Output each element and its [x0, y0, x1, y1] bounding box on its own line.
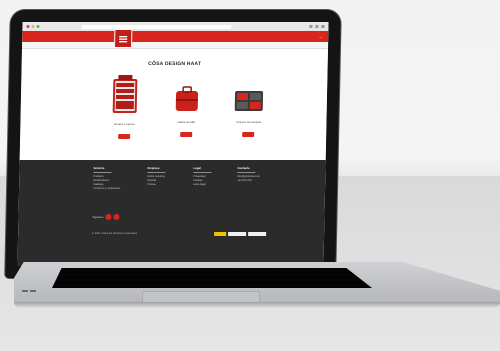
footer-column: Legal Privacidad Cookies Aviso legal [193, 166, 212, 187]
page-title: CÔSA DESIGN HAAT [148, 61, 202, 67]
usb-port [22, 290, 28, 292]
brand-logo[interactable] [114, 29, 133, 48]
product-caption: Conjunto de bandejas [235, 121, 262, 124]
footer-column: Contacto info@empresa.com +34 000 000 [237, 166, 260, 183]
tool-trays-icon [234, 91, 264, 111]
footer-link[interactable]: Aviso legal [193, 183, 211, 187]
laptop-base [14, 262, 500, 342]
site-header: — [22, 29, 329, 48]
browser-toolbar [22, 22, 329, 31]
follow-label: Síguenos [92, 215, 104, 219]
laptop-base-edge [14, 302, 500, 308]
main-content: CÔSA DESIGN HAAT Armario 6 cajones Malet… [19, 49, 328, 161]
usb-port [30, 290, 36, 292]
laptop-screen: — CÔSA DESIGN HAAT Armario 6 cajones Mal… [17, 22, 329, 266]
laptop-lid: — CÔSA DESIGN HAAT Armario 6 cajones Mal… [5, 10, 341, 278]
product-button[interactable] [118, 134, 131, 139]
footer-link[interactable]: +34 000 000 [237, 179, 260, 183]
footer-link[interactable]: Prensa [147, 183, 165, 187]
keyboard [52, 268, 372, 288]
browser-close-dot[interactable] [26, 25, 30, 28]
tool-case-icon [175, 86, 199, 111]
copyright-text: © 2021 Todos los derechos reservados [92, 232, 138, 235]
footer-divider [193, 172, 212, 174]
product-button[interactable] [242, 132, 255, 137]
header-link[interactable]: — [319, 35, 322, 39]
footer-divider [147, 172, 166, 174]
browser-icons [309, 25, 325, 28]
footer-badges [214, 232, 267, 236]
footer-divider [237, 172, 256, 174]
social-icon[interactable] [113, 214, 120, 220]
tool-cabinet-icon [112, 75, 138, 113]
footer-column: Empresa Sobre nosotros Historia Prensa [147, 166, 166, 187]
product-card[interactable]: Armario 6 cajones [104, 75, 145, 144]
browser-minimize-dot[interactable] [31, 25, 35, 28]
social-icon[interactable] [105, 214, 112, 220]
payment-badge [214, 232, 227, 236]
footer-link[interactable]: Términos y condiciones [93, 187, 120, 191]
footer-button[interactable] [228, 232, 247, 236]
browser-maximize-dot[interactable] [36, 25, 40, 28]
footer-button[interactable] [248, 232, 267, 236]
site-footer: Servicio Contacto Distribuidores Catálog… [17, 160, 326, 266]
footer-column-heading: Servicio [93, 166, 105, 170]
product-button[interactable] [180, 132, 193, 137]
product-caption: Armario 6 cajones [113, 123, 135, 126]
address-bar[interactable] [81, 24, 232, 29]
footer-column: Servicio Contacto Distribuidores Catálog… [93, 166, 121, 191]
sub-navigation [21, 42, 329, 49]
footer-column-heading: Legal [193, 166, 201, 170]
logo-mark-icon [119, 35, 128, 42]
product-card[interactable]: Maleta de taller [166, 85, 207, 142]
footer-column-heading: Contacto [237, 166, 250, 170]
footer-column-heading: Empresa [147, 166, 160, 170]
social-follow: Síguenos [92, 214, 120, 220]
product-caption: Maleta de taller [177, 121, 196, 124]
footer-divider [93, 172, 112, 174]
product-card[interactable]: Conjunto de bandejas [226, 87, 271, 142]
